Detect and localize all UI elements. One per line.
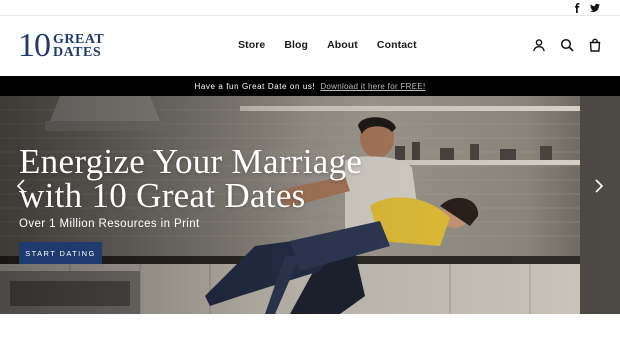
twitter-icon[interactable]: [590, 3, 600, 13]
logo-number: 10: [18, 27, 51, 64]
main-nav: Store Blog About Contact: [238, 39, 417, 51]
announcement-link[interactable]: Download it here for FREE!: [320, 82, 425, 91]
nav-item-blog[interactable]: Blog: [284, 39, 308, 51]
announcement-bar: Have a fun Great Date on us! Download it…: [0, 76, 620, 96]
cart-icon[interactable]: [588, 38, 602, 52]
chevron-right-icon[interactable]: [593, 178, 605, 194]
page-body: [0, 314, 620, 343]
site-logo[interactable]: 10 GREAT DATES: [18, 29, 104, 63]
social-links: [572, 3, 600, 13]
hero-title: Energize Your Marriage with 10 Great Dat…: [19, 144, 379, 215]
chevron-left-icon[interactable]: [15, 178, 27, 194]
site-header: 10 GREAT DATES Store Blog About Contact: [0, 16, 620, 76]
hero-subtitle: Over 1 Million Resources in Print: [19, 218, 200, 230]
account-icon[interactable]: [532, 38, 546, 52]
hero-slideshow: Energize Your Marriage with 10 Great Dat…: [0, 96, 620, 314]
nav-item-about[interactable]: About: [327, 39, 358, 51]
nav-item-contact[interactable]: Contact: [377, 39, 417, 51]
hero-title-line2: with 10 Great Dates: [19, 176, 306, 215]
start-dating-button[interactable]: START DATING: [19, 242, 102, 264]
utility-bar: [0, 0, 620, 16]
logo-word-bottom: DATES: [53, 45, 102, 60]
search-icon[interactable]: [560, 38, 574, 52]
header-actions: [532, 38, 602, 52]
facebook-icon[interactable]: [572, 3, 582, 13]
announcement-text: Have a fun Great Date on us!: [194, 81, 316, 91]
nav-item-store[interactable]: Store: [238, 39, 265, 51]
